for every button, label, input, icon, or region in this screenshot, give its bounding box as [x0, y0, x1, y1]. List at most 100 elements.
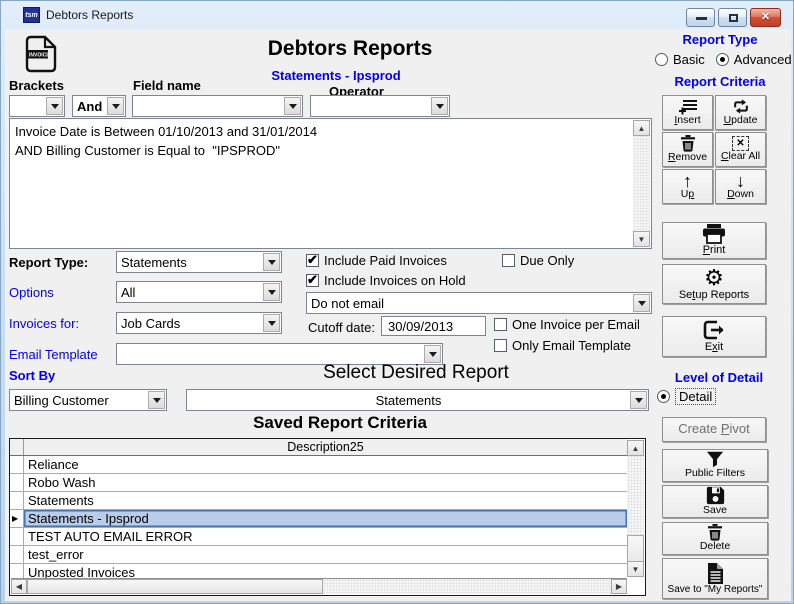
field-name-combo[interactable]: [132, 95, 303, 117]
basic-radio[interactable]: [655, 53, 668, 66]
chevron-down-icon[interactable]: [263, 283, 280, 301]
app-logo-icon: tsm: [23, 7, 40, 23]
include-paid-checkbox[interactable]: Include Paid Invoices: [306, 252, 447, 268]
down-button[interactable]: ↓ Down: [715, 169, 766, 204]
chevron-down-icon[interactable]: [630, 391, 647, 409]
chevron-down-icon[interactable]: [633, 294, 650, 312]
chevron-down-icon[interactable]: [284, 97, 301, 115]
scroll-down-button[interactable]: [627, 561, 644, 577]
checkbox-icon: [306, 272, 319, 288]
chevron-down-icon[interactable]: [424, 345, 441, 363]
selected-report-combo[interactable]: Statements: [186, 389, 649, 411]
scroll-up-button[interactable]: [627, 440, 644, 456]
report-type-combo[interactable]: Statements: [116, 251, 282, 273]
remove-button[interactable]: Remove: [662, 132, 713, 167]
checkbox-icon: [494, 318, 507, 331]
options-combo[interactable]: All: [116, 281, 282, 303]
scroll-down-button[interactable]: [633, 231, 650, 247]
clear-all-label: Clear All: [720, 150, 761, 163]
row-text: TEST AUTO EMAIL ERROR: [28, 529, 193, 544]
exit-icon: [702, 319, 726, 341]
row-selector[interactable]: [10, 546, 24, 563]
update-button[interactable]: Update: [715, 95, 766, 130]
grid-hscrollbar[interactable]: [11, 578, 627, 594]
scroll-left-button[interactable]: [11, 579, 27, 594]
list-plus-icon: [678, 99, 698, 115]
maximize-button[interactable]: [718, 8, 747, 27]
row-selector[interactable]: [10, 474, 24, 491]
grid-row[interactable]: Reliance: [10, 456, 627, 474]
report-type-label: Report Type:: [9, 255, 89, 270]
printer-icon: [701, 224, 727, 245]
selected-report-combo-value: Statements: [375, 393, 442, 408]
chevron-down-icon[interactable]: [263, 314, 280, 332]
insert-button[interactable]: Insert: [662, 95, 713, 130]
setup-reports-button[interactable]: ⚙ Setup Reports: [662, 264, 766, 304]
include-paid-label: Include Paid Invoices: [324, 253, 447, 268]
saved-reports-grid: Description25 Reliance Robo Wash Stateme…: [9, 438, 646, 596]
page-subtitle: Statements - Ipsprod: [271, 68, 401, 83]
row-text: Statements: [28, 493, 94, 508]
chevron-down-icon[interactable]: [148, 391, 165, 409]
row-selector[interactable]: [10, 510, 24, 527]
only-template-checkbox[interactable]: Only Email Template: [494, 338, 631, 353]
document-icon: [706, 562, 724, 584]
up-button[interactable]: ↑ Up: [662, 169, 713, 204]
chevron-down-icon[interactable]: [263, 253, 280, 271]
hscroll-thumb[interactable]: [27, 579, 323, 594]
cutoff-date-input[interactable]: 30/09/2013: [381, 316, 486, 336]
grid-row[interactable]: Robo Wash: [10, 474, 627, 492]
row-selector[interactable]: [10, 492, 24, 509]
floppy-save-icon: [706, 486, 725, 505]
minimize-button[interactable]: [686, 8, 715, 27]
grid-row-selected[interactable]: Statements - Ipsprod: [10, 510, 627, 528]
one-invoice-checkbox[interactable]: One Invoice per Email: [494, 317, 640, 332]
invoice-icon: INVOICE: [23, 35, 59, 73]
chevron-down-icon[interactable]: [46, 97, 63, 115]
update-label: Update: [723, 114, 758, 127]
grid-row[interactable]: Statements: [10, 492, 627, 510]
scroll-right-button[interactable]: [611, 579, 627, 594]
public-filters-button[interactable]: Public Filters: [662, 449, 768, 482]
exit-button[interactable]: Exit: [662, 316, 766, 357]
operator-combo[interactable]: [310, 95, 450, 117]
clear-all-button[interactable]: ✕ Clear All: [715, 132, 766, 167]
field-name-combo-value: [133, 96, 283, 116]
grid-header-selector-cell: [10, 439, 24, 455]
invoices-for-combo[interactable]: Job Cards: [116, 312, 282, 334]
public-filters-label: Public Filters: [684, 467, 746, 480]
chevron-down-icon[interactable]: [431, 97, 448, 115]
down-label: Down: [727, 187, 754, 200]
criteria-scrollbar[interactable]: [633, 120, 650, 247]
boolean-combo[interactable]: And: [72, 95, 126, 117]
row-selector[interactable]: [10, 564, 24, 578]
save-to-my-reports-button[interactable]: Save to "My Reports": [662, 558, 768, 599]
criteria-textarea[interactable]: Invoice Date is Between 01/10/2013 and 3…: [9, 118, 652, 249]
setup-reports-label: Setup Reports: [678, 288, 750, 301]
close-button[interactable]: [750, 8, 781, 27]
due-only-checkbox[interactable]: Due Only: [502, 253, 574, 268]
billing-customer-combo[interactable]: Billing Customer: [9, 389, 167, 411]
print-button[interactable]: Print: [662, 222, 766, 259]
brackets-combo[interactable]: [9, 95, 65, 117]
include-hold-checkbox[interactable]: Include Invoices on Hold: [306, 272, 466, 288]
delete-button[interactable]: Delete: [662, 522, 768, 555]
detail-radio[interactable]: [657, 390, 670, 403]
criteria-line-2: AND Billing Customer is Equal to "IPSPRO…: [15, 143, 280, 158]
create-pivot-button[interactable]: Create Pivot: [662, 417, 766, 442]
criteria-line-1: Invoice Date is Between 01/10/2013 and 3…: [15, 124, 318, 139]
row-selector[interactable]: [10, 456, 24, 473]
advanced-radio[interactable]: [715, 53, 729, 66]
page-title: Debtors Reports: [267, 37, 433, 60]
scroll-up-button[interactable]: [633, 120, 650, 136]
grid-row[interactable]: Unposted Invoices: [10, 564, 627, 578]
grid-row[interactable]: test_error: [10, 546, 627, 564]
cutoff-date-label: Cutoff date:: [308, 320, 375, 335]
grid-column-header[interactable]: Description25: [24, 439, 627, 455]
save-button[interactable]: Save: [662, 485, 768, 518]
chevron-down-icon[interactable]: [107, 97, 124, 115]
grid-row[interactable]: TEST AUTO EMAIL ERROR: [10, 528, 627, 546]
grid-vscrollbar[interactable]: [627, 440, 644, 577]
row-selector[interactable]: [10, 528, 24, 545]
email-mode-combo[interactable]: Do not email: [306, 292, 652, 314]
